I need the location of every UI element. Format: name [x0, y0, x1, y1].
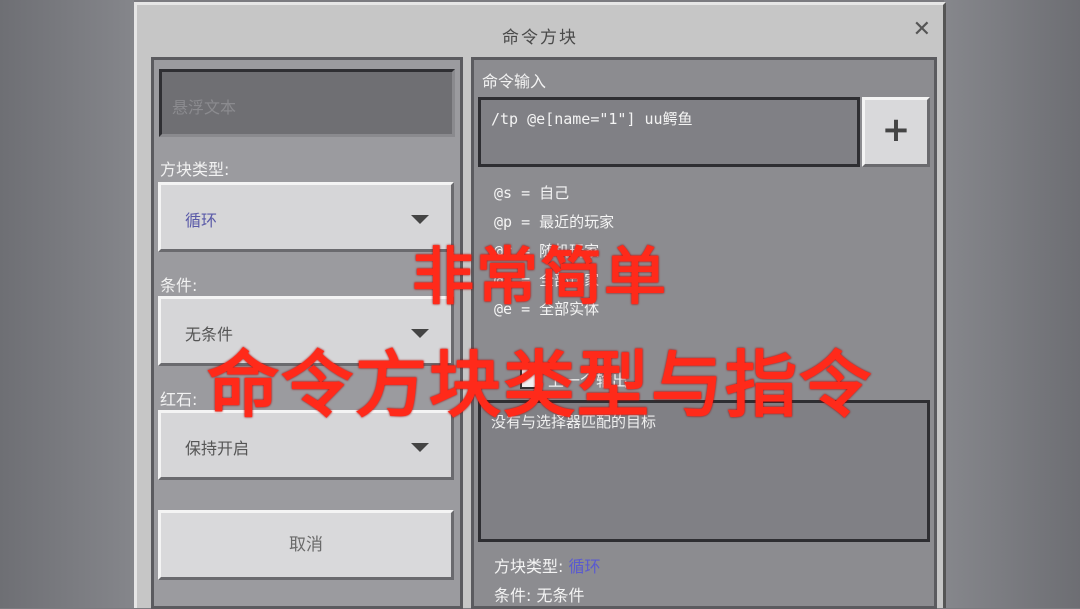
block-type-label: 方块类型:	[160, 160, 230, 179]
command-value: /tp @e[name="1"] uu鳄鱼	[491, 110, 693, 128]
title-bar: 命令方块 ✕	[137, 5, 943, 57]
command-input[interactable]: /tp @e[name="1"] uu鳄鱼	[478, 97, 860, 167]
cancel-button[interactable]: 取消	[158, 510, 454, 580]
selector-hint: @s = 自己	[494, 184, 570, 202]
command-input-label: 命令输入	[482, 72, 547, 91]
status-condition: 条件: 无条件	[494, 586, 585, 605]
status-block-type-value: 循环	[568, 557, 601, 576]
redstone-value: 保持开启	[185, 439, 250, 458]
chevron-down-icon	[411, 215, 429, 224]
overlay-caption-line1: 非常简单	[411, 240, 668, 313]
plus-icon: +	[881, 110, 911, 150]
hover-text-placeholder: 悬浮文本	[172, 98, 237, 117]
status-block-type-label: 方块类型:	[494, 557, 564, 576]
close-icon[interactable]: ✕	[913, 19, 931, 41]
add-button[interactable]: +	[862, 97, 930, 167]
cancel-label: 取消	[289, 535, 323, 555]
overlay-caption-line2: 命令方块类型与指令	[206, 343, 873, 427]
chevron-down-icon	[411, 443, 429, 452]
status-block-type: 方块类型: 循环	[494, 553, 601, 577]
window-title: 命令方块	[502, 28, 578, 48]
hover-text-field[interactable]: 悬浮文本	[159, 69, 455, 137]
